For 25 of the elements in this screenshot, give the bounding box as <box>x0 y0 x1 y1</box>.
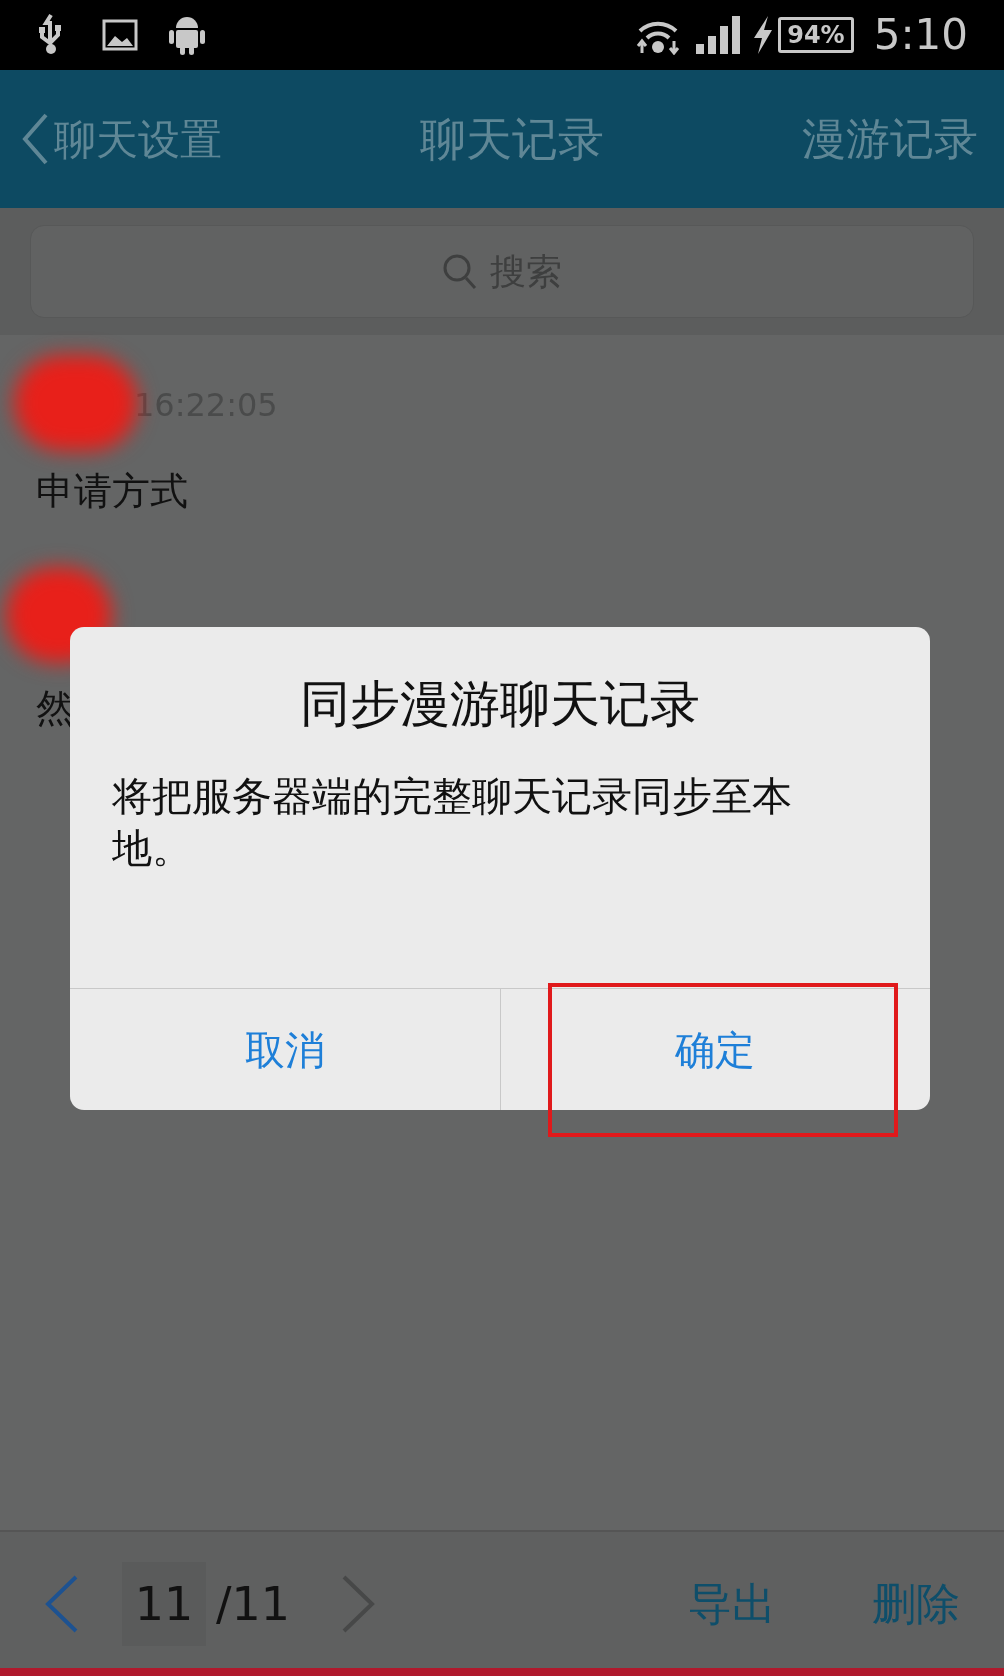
page-total: /11 <box>216 1575 291 1633</box>
clock-time: 5:10 <box>873 14 968 56</box>
footer-action-button[interactable]: 导出 <box>688 1571 776 1637</box>
page-title: 聊天记录 <box>420 110 604 168</box>
message-text: 申请方式 <box>36 469 188 513</box>
dialog-title: 同步漫游聊天记录 <box>300 674 700 735</box>
back-chevron-icon <box>22 113 48 165</box>
left-chevron-icon <box>44 1575 78 1633</box>
battery-level: 94% <box>787 23 845 47</box>
android-icon <box>168 14 206 56</box>
dialog-button[interactable]: 确定 <box>499 989 930 1110</box>
dialog-button[interactable]: 取消 <box>70 989 500 1110</box>
roaming-records-button[interactable]: 漫游记录 <box>802 106 978 172</box>
next-page-button[interactable] <box>342 1575 377 1633</box>
page-number-field[interactable]: 11 <box>122 1562 206 1646</box>
image-icon <box>102 19 138 51</box>
dialog-message: 将把服务器端的完整聊天记录同步至本地。 <box>112 772 793 873</box>
message-text: 然 <box>36 686 74 730</box>
previous-page-button[interactable] <box>44 1575 78 1633</box>
back-button[interactable]: 聊天设置 <box>22 107 222 171</box>
lightning-icon <box>752 16 775 54</box>
footer-action-button[interactable]: 删除 <box>872 1571 960 1637</box>
right-chevron-icon <box>342 1575 377 1633</box>
signal-icon <box>696 16 741 54</box>
search-icon <box>442 252 478 291</box>
